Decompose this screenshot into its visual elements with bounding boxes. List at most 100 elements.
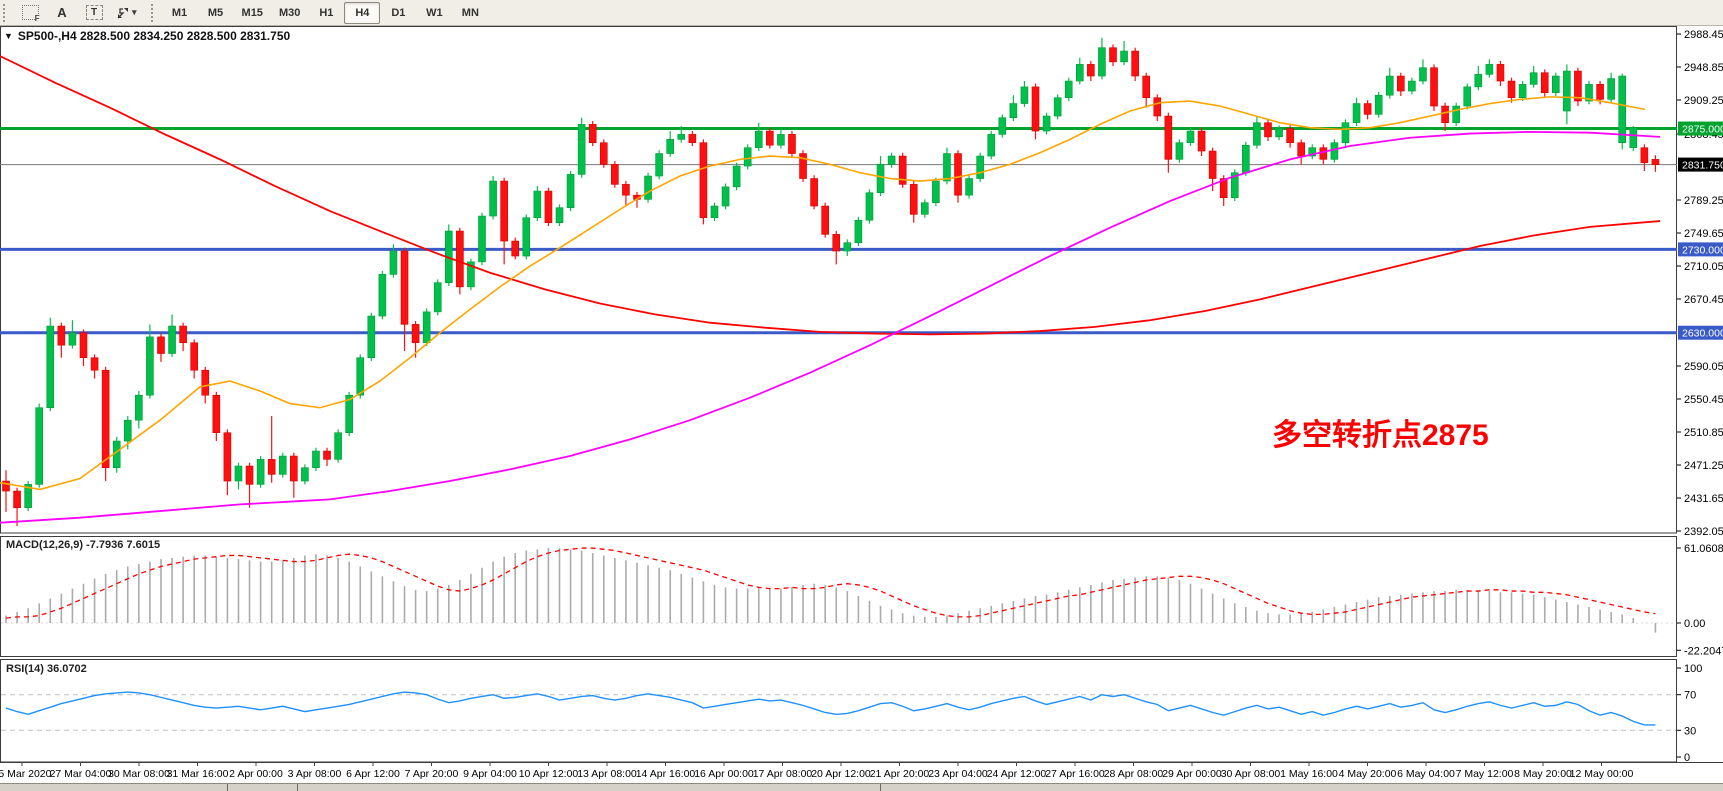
candle-body — [977, 156, 984, 179]
candle-body — [456, 231, 463, 287]
price-tick-label: 2510.850 — [1684, 427, 1723, 439]
timeframe-button-D1[interactable]: D1 — [380, 2, 416, 24]
candle-body — [689, 134, 696, 142]
text-box-icon[interactable]: T — [78, 2, 110, 24]
candle-body — [1442, 106, 1449, 123]
rsi-plot-area[interactable] — [1, 660, 1677, 763]
dropdown-caret-icon: ▾ — [132, 7, 137, 18]
trading-platform-window: F A T ▾ M1M5M15M30H1H4D1W1MN 2988.450294… — [0, 0, 1723, 791]
candle-body — [523, 218, 530, 256]
indicator-grid-icon[interactable]: F — [14, 2, 46, 24]
candle-body — [844, 243, 851, 251]
candle-body — [589, 124, 596, 142]
timeframe-button-W1[interactable]: W1 — [416, 2, 452, 24]
candle-body — [877, 164, 884, 192]
candle-body — [1552, 76, 1559, 93]
candle-body — [1331, 143, 1338, 160]
chart-tabs-strip[interactable] — [0, 783, 1723, 791]
rsi-scale-label: 70 — [1684, 690, 1696, 702]
candle-body — [678, 134, 685, 139]
candle-body — [202, 370, 209, 395]
chart-canvas[interactable]: 2988.4502948.8502909.2502868.4502789.250… — [0, 0, 1723, 791]
timeframe-group-handle[interactable] — [151, 4, 157, 22]
candle-body — [1342, 123, 1349, 143]
time-tick-label: 14 Apr 16:00 — [636, 768, 696, 780]
candle-body — [1497, 64, 1504, 81]
candle-body — [1364, 104, 1371, 115]
candle-body — [932, 181, 939, 203]
tab-separator — [880, 784, 881, 791]
time-tick-label: 8 May 20:00 — [1514, 768, 1572, 780]
candle-body — [1087, 64, 1094, 76]
candle-body — [1209, 151, 1216, 179]
rsi-line — [6, 692, 1655, 725]
candle-body — [1143, 76, 1150, 98]
candle-body — [1397, 76, 1404, 91]
candle-body — [788, 134, 795, 153]
candle-body — [1619, 76, 1626, 143]
price-badge-label: 2831.750 — [1682, 160, 1723, 172]
macd-plot-area[interactable] — [1, 537, 1677, 657]
text-label-icon[interactable]: A — [46, 2, 78, 24]
timeframe-button-H1[interactable]: H1 — [308, 2, 344, 24]
main-plot-area[interactable] — [1, 27, 1677, 534]
candle-body — [501, 181, 508, 241]
candle-body — [1276, 129, 1283, 137]
time-tick-label: 13 Apr 08:00 — [577, 768, 637, 780]
candle-body — [943, 154, 950, 182]
tab-separator — [297, 784, 298, 791]
candle-body — [1021, 87, 1028, 104]
candle-body — [611, 164, 618, 184]
price-badge-label: 2875.000 — [1682, 124, 1723, 136]
time-tick-label: 25 Mar 2020 — [0, 768, 52, 780]
candle-body — [257, 459, 264, 484]
candle-body — [1121, 51, 1128, 62]
price-tick-label: 2471.250 — [1684, 460, 1723, 472]
candle-body — [1187, 131, 1194, 143]
time-tick-label: 24 Apr 12:00 — [987, 768, 1047, 780]
timeframe-button-M30[interactable]: M30 — [271, 2, 308, 24]
price-tick-label: 2988.450 — [1684, 29, 1723, 41]
chart-dropdown-icon[interactable]: ▼ — [4, 31, 13, 41]
time-tick-label: 30 Apr 08:00 — [1221, 768, 1281, 780]
time-tick-label: 6 Apr 12:00 — [346, 768, 400, 780]
rsi-scale-label: 0 — [1684, 752, 1690, 764]
time-tick-label: 2 Apr 00:00 — [229, 768, 283, 780]
macd-indicator-label: MACD(12,26,9) -7.7936 7.6015 — [6, 539, 160, 551]
candle-body — [412, 324, 419, 342]
candle-body — [545, 191, 552, 223]
candle-body — [1010, 104, 1017, 118]
candle-body — [1253, 123, 1260, 146]
time-tick-label: 21 Apr 20:00 — [870, 768, 930, 780]
candle-body — [1386, 76, 1393, 95]
candle-body — [645, 176, 652, 199]
candle-body — [1043, 116, 1050, 131]
time-tick-label: 1 May 16:00 — [1280, 768, 1338, 780]
candle-body — [833, 234, 840, 251]
candle-body — [1519, 84, 1526, 97]
price-tick-label: 2670.450 — [1684, 294, 1723, 306]
time-tick-label: 27 Mar 04:00 — [50, 768, 112, 780]
chart-annotation-text: 多空转折点2875 — [1272, 410, 1489, 454]
candle-body — [69, 333, 76, 346]
candle-body — [47, 326, 54, 408]
time-tick-label: 3 Apr 08:00 — [288, 768, 342, 780]
timeframe-button-M5[interactable]: M5 — [198, 2, 234, 24]
candle-body — [434, 283, 441, 312]
candle-body — [1176, 143, 1183, 160]
timeframe-button-H4[interactable]: H4 — [344, 2, 380, 24]
candle-body — [246, 466, 253, 484]
toolbar-drag-handle[interactable] — [3, 4, 9, 22]
timeframe-button-M1[interactable]: M1 — [162, 2, 198, 24]
candle-body — [1453, 106, 1460, 123]
chart-header[interactable]: ▼SP500-,H4 2828.500 2834.250 2828.500 28… — [4, 29, 290, 43]
candle-body — [490, 181, 497, 216]
time-tick-label: 6 May 04:00 — [1397, 768, 1455, 780]
toolbar: F A T ▾ M1M5M15M30H1H4D1W1MN — [0, 0, 1723, 26]
timeframe-button-M15[interactable]: M15 — [234, 2, 271, 24]
candle-body — [755, 131, 762, 148]
candle-body — [157, 337, 164, 354]
time-tick-label: 12 May 00:00 — [1570, 768, 1634, 780]
timeframe-button-MN[interactable]: MN — [452, 2, 488, 24]
shapes-arrows-icon[interactable]: ▾ — [110, 2, 143, 24]
